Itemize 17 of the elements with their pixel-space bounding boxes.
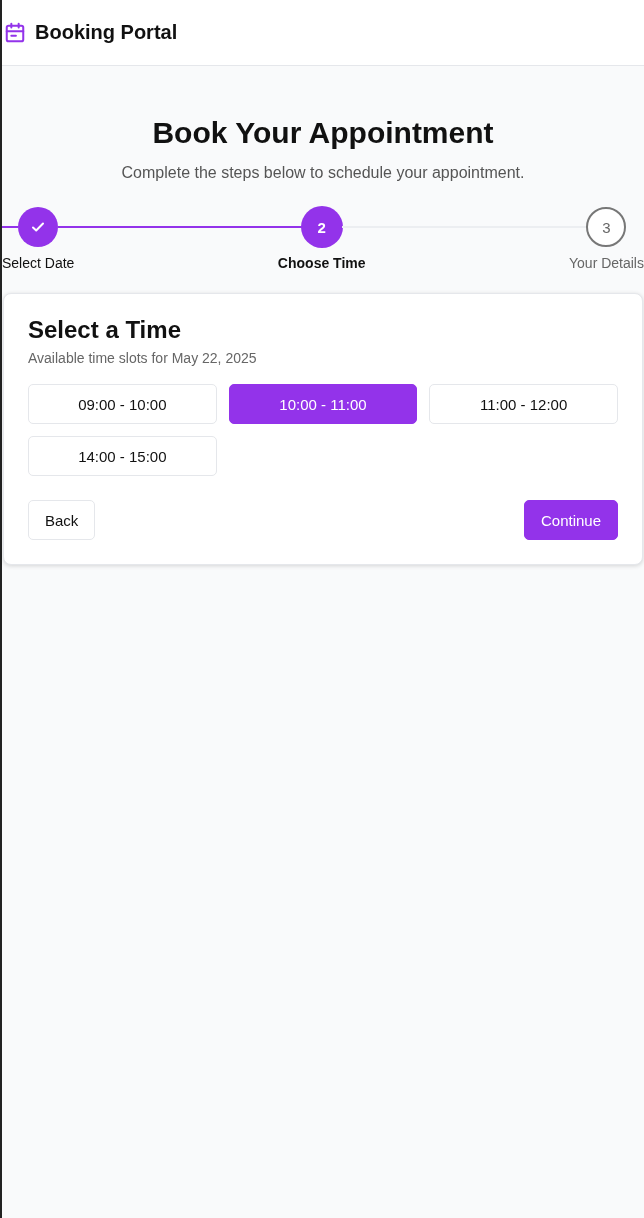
time-slot-button[interactable]: 09:00 - 10:00 (28, 384, 217, 424)
step-label: Select Date (2, 255, 75, 271)
back-button[interactable]: Back (28, 500, 96, 540)
time-slot-button[interactable]: 14:00 - 15:00 (28, 436, 217, 476)
page-subtitle: Complete the steps below to schedule your appointment. (121, 164, 525, 182)
card-title: Select a Time (28, 316, 182, 344)
app-title: Booking Portal (35, 21, 178, 44)
step-circle: 3 (586, 207, 627, 247)
step-label: Choose Time (277, 255, 366, 271)
time-slot-button[interactable]: 11:00 - 12:00 (429, 384, 618, 424)
step-label: Your Details (569, 255, 644, 271)
step-circle: 2 (301, 207, 342, 247)
continue-button[interactable]: Continue (523, 500, 618, 540)
card-subtitle: Available time slots for May 22, 2025 (28, 350, 258, 366)
calendar-icon (4, 21, 26, 44)
time-slot-button[interactable]: 10:00 - 11:00 (228, 384, 418, 424)
page-heading: Book Your Appointment (152, 116, 494, 150)
